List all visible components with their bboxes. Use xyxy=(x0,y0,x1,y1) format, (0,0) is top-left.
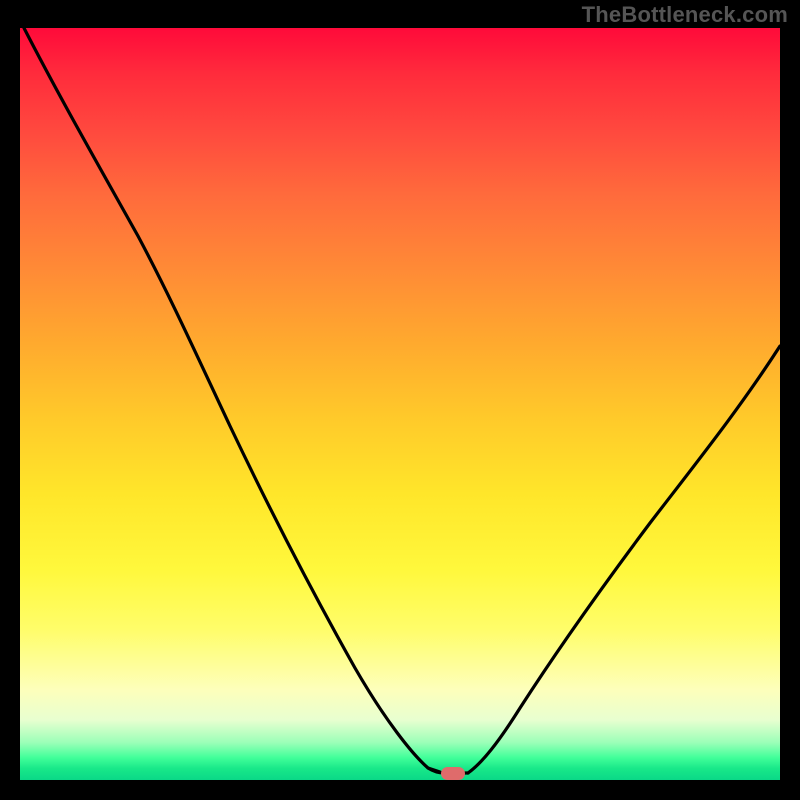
chart-frame: TheBottleneck.com xyxy=(0,0,800,800)
bottleneck-curve-svg xyxy=(20,28,780,780)
optimal-marker xyxy=(441,767,465,780)
watermark-text: TheBottleneck.com xyxy=(582,2,788,28)
curve-right xyxy=(468,346,780,773)
curve-left xyxy=(24,28,440,772)
plot-area xyxy=(20,28,780,780)
